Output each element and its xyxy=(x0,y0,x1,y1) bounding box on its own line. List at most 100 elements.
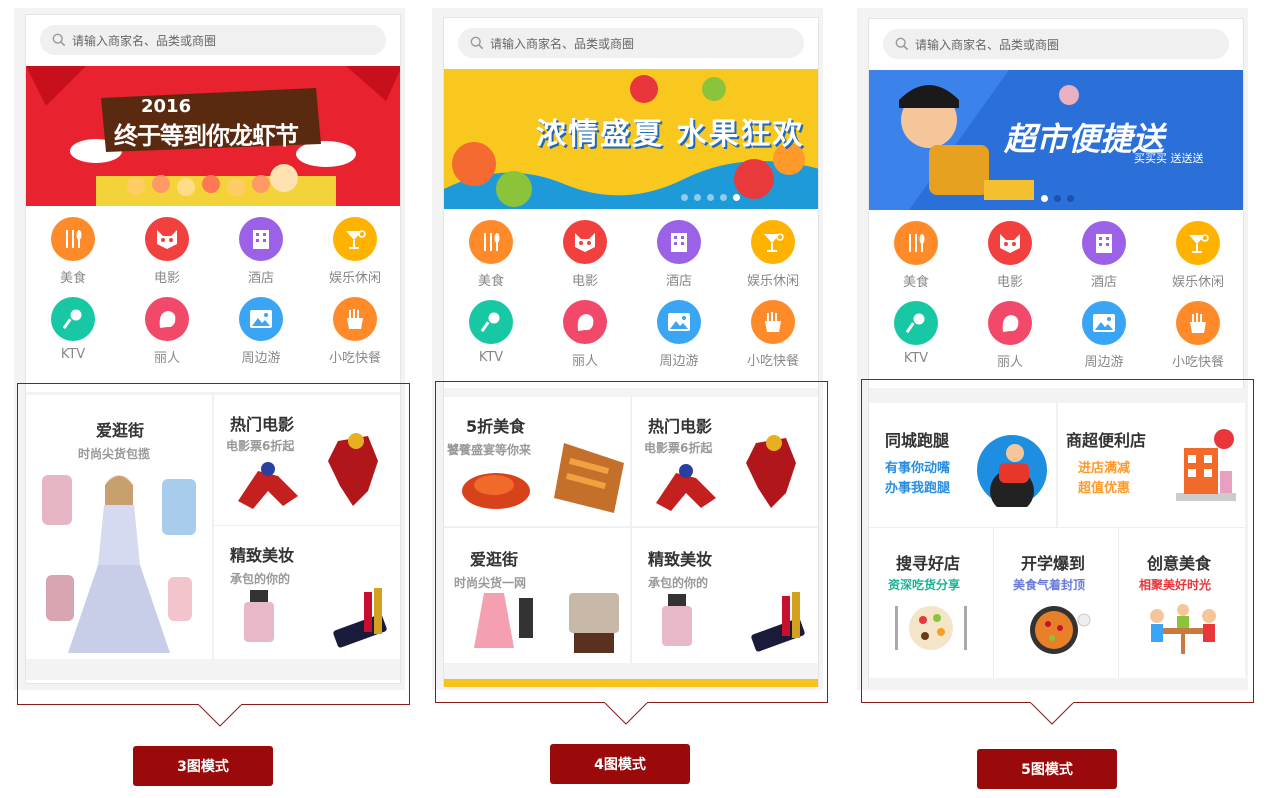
category-item[interactable]: 酒店 xyxy=(632,214,726,294)
frame-pointer xyxy=(198,704,242,727)
module-cell-movie[interactable]: 热门电影 电影票6折起 xyxy=(632,397,818,526)
cat-face-icon xyxy=(988,221,1032,265)
mode-label-button[interactable]: 5图模式 xyxy=(977,749,1117,789)
category-label: 小吃快餐 xyxy=(1171,355,1224,370)
fork-knife-icon xyxy=(469,220,513,264)
category-item[interactable]: 美食 xyxy=(444,214,538,294)
category-item[interactable]: 美食 xyxy=(26,211,120,291)
module-cell-convenience[interactable]: 商超便利店 进店满减 超值优惠 xyxy=(1058,403,1245,527)
search-placeholder: 请输入商家名、品类或商圈 xyxy=(490,36,635,51)
carousel-dot[interactable] xyxy=(1053,195,1061,202)
cosmetics-image xyxy=(662,592,805,652)
category-label: 酒店 xyxy=(665,274,692,289)
cell-subtitle: 进店满减 xyxy=(1078,461,1131,476)
cell-title: 创意美食 xyxy=(1147,554,1212,573)
fries-icon xyxy=(333,297,377,341)
category-label: 周边游 xyxy=(659,354,699,369)
carousel-dot[interactable] xyxy=(693,194,701,201)
module-cell-movie[interactable]: 热门电影 电影票6折起 xyxy=(214,395,400,525)
carousel-dot-active[interactable] xyxy=(1040,195,1048,202)
cell-subtitle: 美食气着封顶 xyxy=(1013,578,1086,592)
module-cell-makeup[interactable]: 精致美妆 承包的你的 xyxy=(632,528,818,663)
category-item[interactable]: 电影 xyxy=(120,211,214,291)
category-item[interactable]: 小吃快餐 xyxy=(726,294,818,374)
cat-face-icon xyxy=(145,217,189,261)
category-label: 电影 xyxy=(571,274,598,289)
mode-label-button[interactable]: 4图模式 xyxy=(550,744,690,784)
carousel-dot[interactable] xyxy=(706,194,714,201)
category-item[interactable]: 娱乐休闲 xyxy=(308,211,400,291)
woman-face-icon xyxy=(988,301,1032,345)
banner-supermarket-delivery[interactable]: 超市便捷送 买买买 送送送 xyxy=(869,70,1243,210)
category-item[interactable]: 酒店 xyxy=(1057,215,1151,295)
category-label: 娱乐休闲 xyxy=(1171,275,1224,290)
category-item[interactable]: KTV xyxy=(869,295,963,375)
fries-icon xyxy=(751,300,795,344)
fries-icon xyxy=(1176,301,1220,345)
category-label: 美食 xyxy=(59,271,86,286)
category-item[interactable]: KTV xyxy=(444,294,538,374)
superhero-image xyxy=(656,435,796,511)
category-item[interactable]: 小吃快餐 xyxy=(1151,295,1243,375)
category-label: 酒店 xyxy=(1090,275,1117,290)
module-cell-find-shop[interactable]: 搜寻好店 资深吃货分享 xyxy=(869,528,993,678)
carousel-dot[interactable] xyxy=(680,194,688,201)
category-item[interactable]: KTV xyxy=(26,291,120,371)
category-item[interactable]: 丽人 xyxy=(120,291,214,371)
cell-subtitle: 资深吃货分享 xyxy=(888,578,961,592)
module-cell-shopping[interactable]: 爱逛街 时尚尖货一网 xyxy=(444,528,630,663)
cat-face-icon xyxy=(563,220,607,264)
category-label: 娱乐休闲 xyxy=(746,274,799,289)
category-item[interactable]: 电影 xyxy=(538,214,632,294)
woman-face-icon xyxy=(145,297,189,341)
cell-title: 同城跑腿 xyxy=(885,431,950,450)
module-cell-food[interactable]: 5折美食 饕餮盛宴等你来 xyxy=(444,397,630,526)
category-item[interactable]: 小吃快餐 xyxy=(308,291,400,371)
category-label: 小吃快餐 xyxy=(746,354,799,369)
category-item[interactable]: 丽人 xyxy=(963,295,1057,375)
category-item[interactable]: 美食 xyxy=(869,215,963,295)
category-label: 小吃快餐 xyxy=(328,351,381,366)
category-label: 美食 xyxy=(902,275,929,290)
category-label: KTV xyxy=(903,351,929,366)
search-icon xyxy=(52,33,66,47)
category-item[interactable]: 娱乐休闲 xyxy=(1151,215,1243,295)
category-label: 丽人 xyxy=(153,351,180,366)
microphone-icon xyxy=(51,297,95,341)
cosmetics-image xyxy=(244,588,387,648)
banner-lobster-festival[interactable]: 2016 终于等到你龙虾节 xyxy=(26,66,400,206)
category-item[interactable]: 娱乐休闲 xyxy=(726,214,818,294)
fashion-dress-image xyxy=(42,475,196,653)
module-cell-errand[interactable]: 同城跑腿 有事你动嘴 办事我跑腿 xyxy=(869,403,1056,527)
cell-title: 搜寻好店 xyxy=(896,554,961,573)
module-cell-school-deal[interactable]: 开学爆到 美食气着封顶 xyxy=(994,528,1118,678)
food-assortment-image xyxy=(895,606,967,650)
module-cell-creative-food[interactable]: 创意美食 相聚美好时光 xyxy=(1119,528,1245,678)
category-item[interactable]: 电影 xyxy=(963,215,1057,295)
category-item[interactable]: 周边游 xyxy=(1057,295,1151,375)
search-bar[interactable]: 请输入商家名、品类或商圈 xyxy=(458,28,804,58)
carousel-dot[interactable] xyxy=(1066,195,1074,202)
carousel-dots[interactable] xyxy=(869,195,1243,202)
category-item[interactable]: 周边游 xyxy=(632,294,726,374)
search-bar[interactable]: 请输入商家名、品类或商圈 xyxy=(883,29,1229,59)
category-item[interactable]: 周边游 xyxy=(214,291,308,371)
module-cell-makeup[interactable]: 精致美妆 承包的你的 xyxy=(214,526,400,659)
carousel-dot-active[interactable] xyxy=(732,194,740,201)
module-cell-large[interactable]: 爱逛街 时尚尖货包揽 xyxy=(26,395,212,659)
category-label: 娱乐休闲 xyxy=(328,271,381,286)
category-item[interactable]: 丽人 xyxy=(538,294,632,374)
category-grid: 美食 电影 酒店 娱乐休闲 KTV 丽人 周边游 小吃快餐 xyxy=(444,214,818,384)
cell-subtitle: 相聚美好时光 xyxy=(1139,578,1212,592)
cocktail-icon xyxy=(751,220,795,264)
carousel-dots[interactable] xyxy=(522,194,818,201)
mode-3-column: 请输入商家名、品类或商圈 2016 终于等到你龙虾节 美食 电影 酒店 娱乐休闲 KTV… xyxy=(12,0,410,798)
search-bar[interactable]: 请输入商家名、品类或商圈 xyxy=(40,25,386,55)
banner-summer-fruit[interactable]: 浓情盛夏 水果狂欢 xyxy=(444,69,818,209)
category-item[interactable]: 酒店 xyxy=(214,211,308,291)
superhero-image xyxy=(238,433,378,509)
category-label: KTV xyxy=(478,350,504,365)
store-building-image xyxy=(1176,429,1236,501)
carousel-dot[interactable] xyxy=(719,194,727,201)
mode-label-button[interactable]: 3图模式 xyxy=(133,746,273,786)
